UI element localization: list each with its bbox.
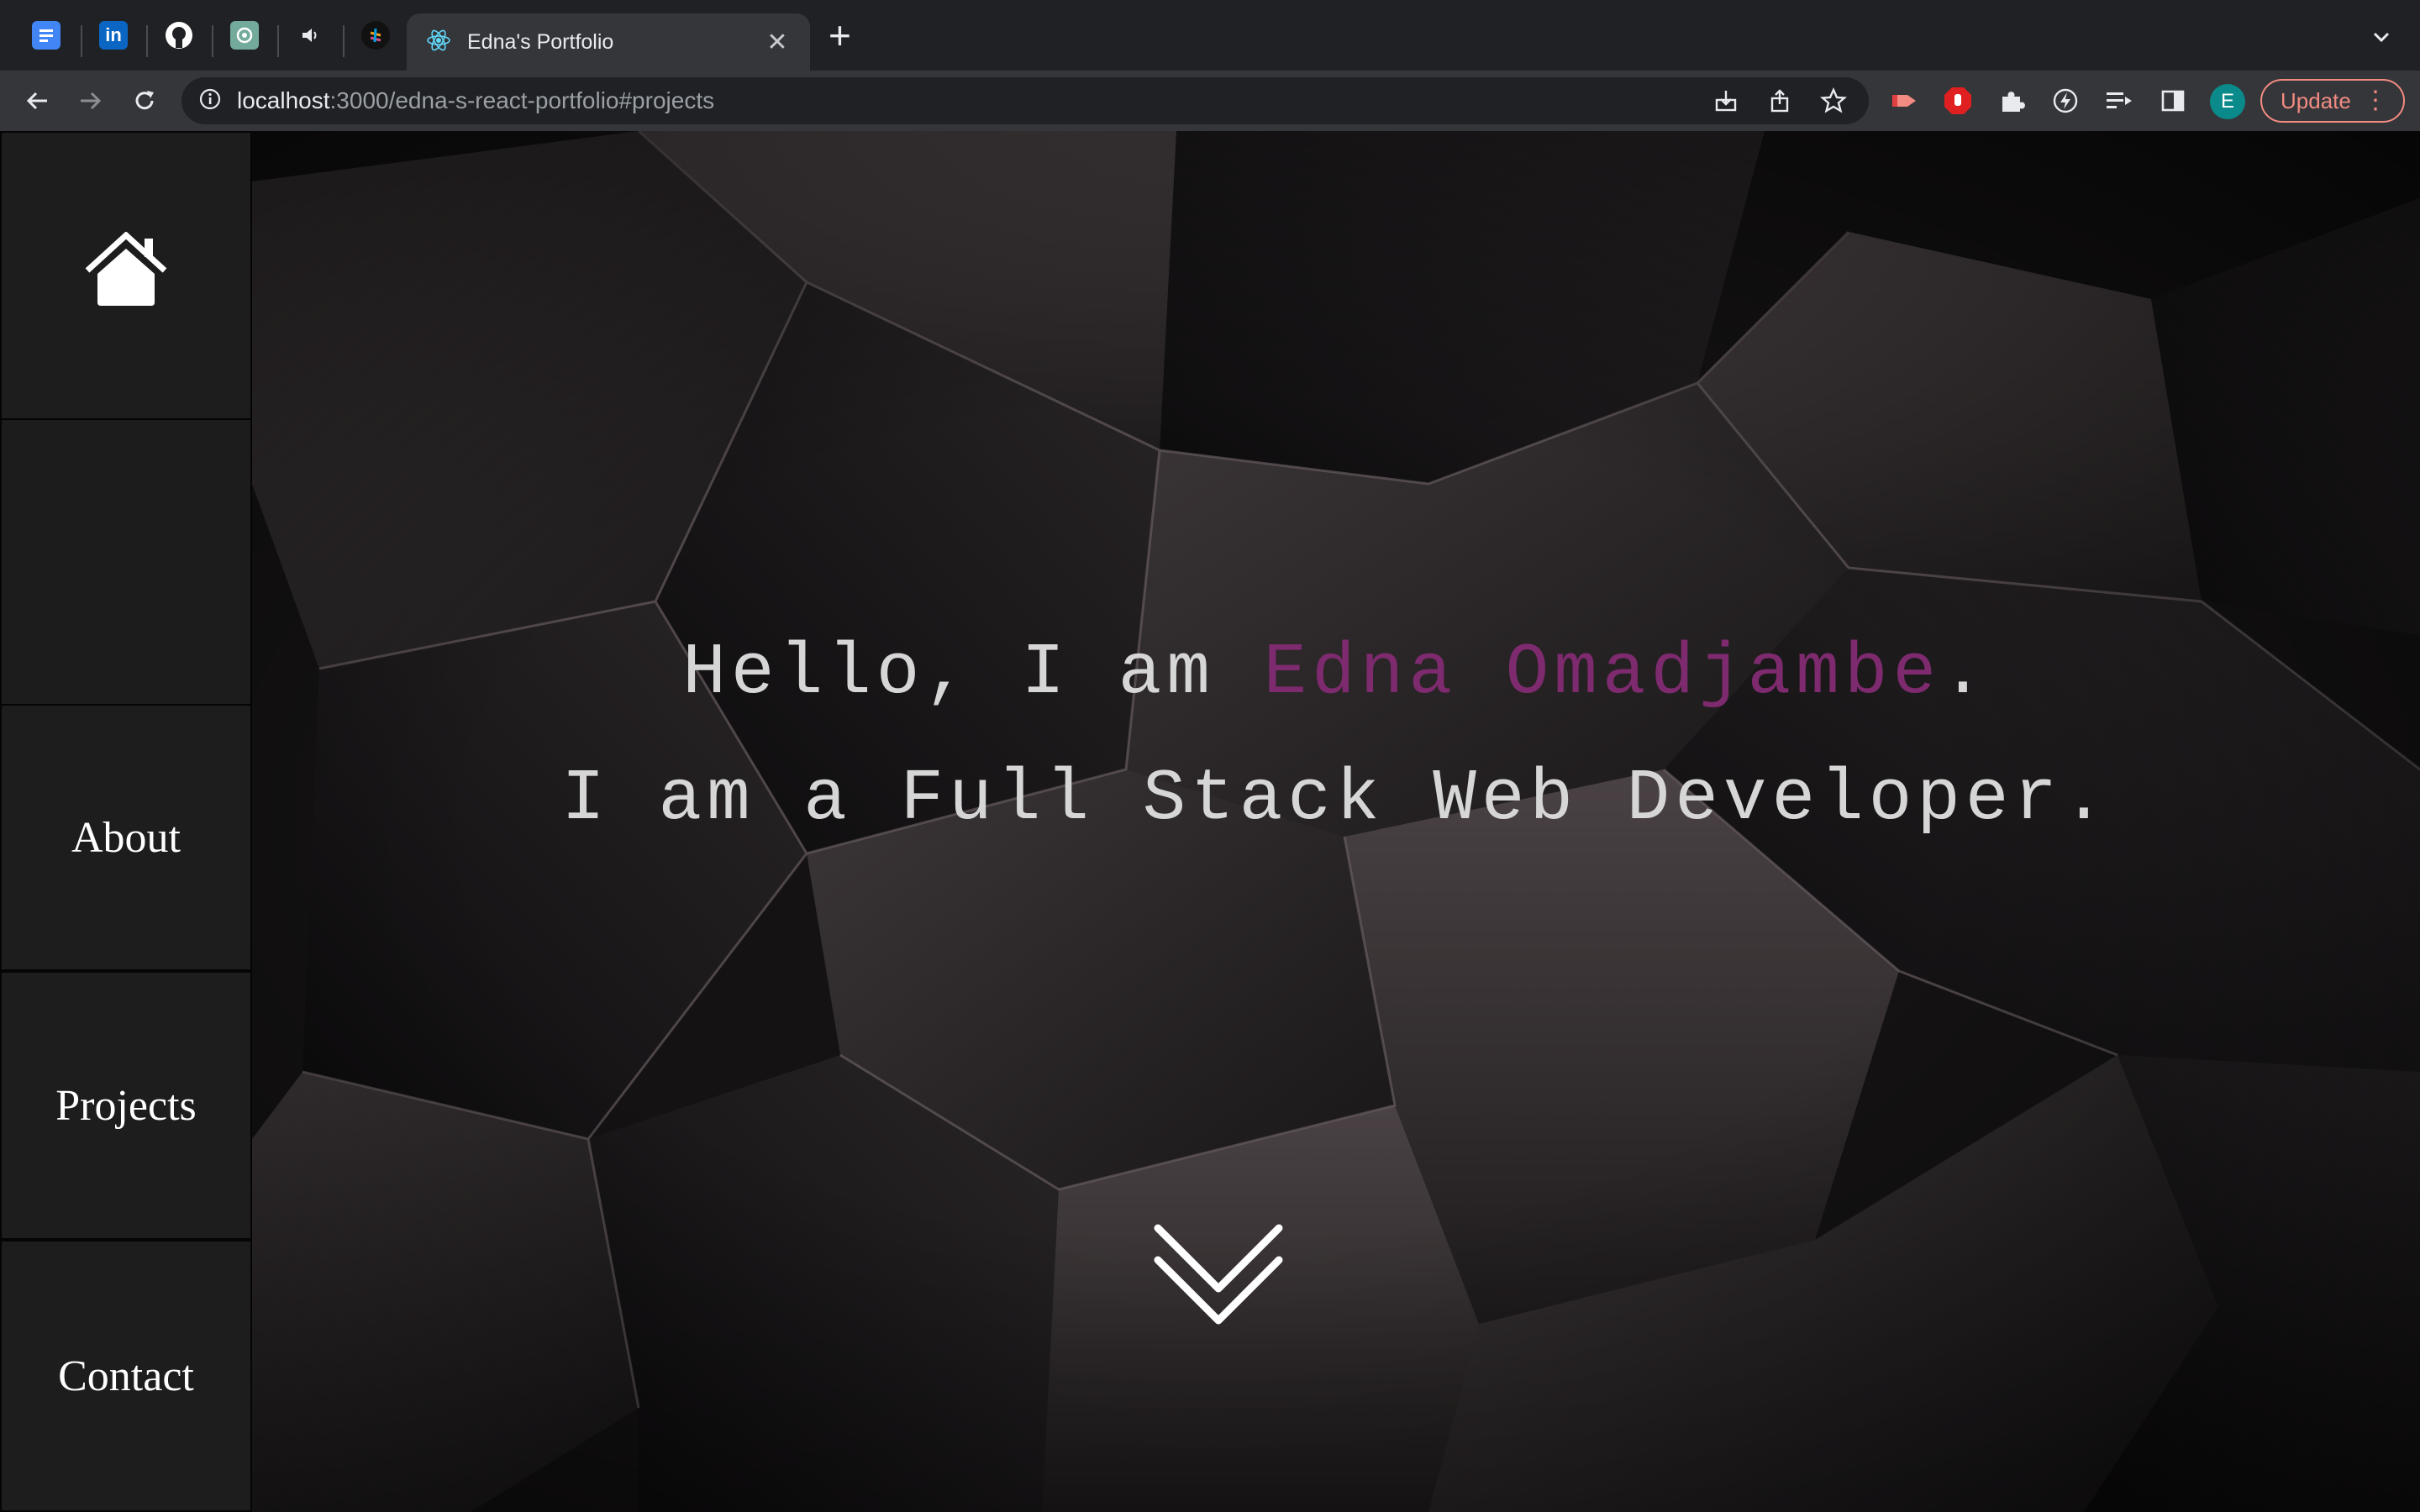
extension-video-icon[interactable] (1886, 82, 1923, 119)
sourcegraph-icon (361, 21, 390, 50)
scroll-down-button[interactable] (1151, 1215, 1286, 1332)
sidebar-home[interactable] (0, 131, 252, 420)
hero-tagline: I am a Full Stack Web Developer. (561, 758, 2111, 840)
forward-button[interactable] (72, 82, 109, 119)
chatgpt-icon (230, 21, 259, 50)
pinned-tab-linkedin[interactable]: in (81, 0, 146, 71)
pinned-tab-audio[interactable] (277, 0, 343, 71)
url-host: localhost (237, 87, 330, 113)
reload-icon (135, 91, 154, 110)
update-button[interactable]: Update ⋮ (2260, 79, 2405, 123)
sidebar-item-label: About (71, 813, 181, 862)
browser-tab-bar: in Edna's Portfolio ✕ + (0, 0, 2420, 71)
forward-arrow-icon (81, 92, 102, 110)
new-tab-button[interactable]: + (829, 16, 851, 55)
address-bar[interactable]: localhost:3000/edna-s-react-portfolio#pr… (182, 77, 1869, 124)
home-icon (84, 230, 168, 320)
linkedin-icon: in (99, 21, 128, 50)
profile-avatar[interactable]: E (2210, 84, 2245, 119)
bookmark-star-icon[interactable] (1818, 86, 1849, 116)
tab-title: Edna's Portfolio (467, 29, 614, 54)
info-icon[interactable] (198, 87, 222, 115)
extension-adblock-icon[interactable] (1939, 82, 1976, 119)
sidebar-item-label: Projects (55, 1081, 197, 1130)
pinned-tab-docs[interactable] (13, 0, 79, 71)
share-icon[interactable] (1765, 86, 1795, 116)
hero-greeting: Hello, I am Edna Omadjambe. (252, 632, 2420, 714)
sidebar-item-contact[interactable]: Contact (0, 1240, 252, 1512)
hero-name: Edna Omadjambe (1263, 632, 1942, 714)
chevron-down-icon (2373, 32, 2390, 43)
url-path: :3000/edna-s-react-portfolio#projects (329, 87, 715, 113)
hero-greeting-prefix: Hello, I am (682, 632, 1264, 714)
back-arrow-icon (26, 92, 47, 110)
browser-menu-icon[interactable]: ⋮ (2363, 86, 2388, 116)
sidebar-nav: About Projects Contact (0, 131, 252, 1512)
sidebar-item-label: Contact (58, 1352, 194, 1400)
url-text[interactable]: localhost:3000/edna-s-react-portfolio#pr… (237, 87, 714, 114)
browser-toolbar: localhost:3000/edna-s-react-portfolio#pr… (0, 71, 2420, 131)
reading-list-icon[interactable] (2101, 82, 2138, 119)
back-button[interactable] (18, 82, 55, 119)
hero-section: Hello, I am Edna Omadjambe. I am a Full … (252, 131, 2420, 1512)
pinned-tab-sourcegraph[interactable] (343, 0, 408, 71)
react-icon (425, 27, 452, 58)
side-panel-icon[interactable] (2154, 82, 2191, 119)
sidebar-item-about[interactable]: About (0, 704, 252, 971)
tab-close-button[interactable]: ✕ (763, 28, 792, 57)
active-tab[interactable]: Edna's Portfolio ✕ (407, 13, 810, 71)
install-icon[interactable] (1711, 86, 1741, 116)
update-label: Update (2281, 87, 2351, 113)
github-icon (165, 21, 193, 50)
hero-greeting-suffix: . (1941, 632, 1990, 714)
double-chevron-down-icon (1154, 1224, 1283, 1325)
docs-icon (32, 21, 60, 50)
pinned-tab-chatgpt[interactable] (212, 0, 277, 71)
page-viewport: About Projects Contact Hello, I am Edna … (0, 131, 2420, 1512)
tab-search-button[interactable] (2366, 22, 2396, 52)
reload-button[interactable] (126, 82, 163, 119)
pinned-tab-github[interactable] (146, 0, 212, 71)
sidebar-item-projects[interactable]: Projects (0, 971, 252, 1240)
puzzle-extensions-icon[interactable] (1993, 82, 2030, 119)
audio-icon (296, 21, 324, 50)
extension-bolt-icon[interactable] (2047, 82, 2084, 119)
